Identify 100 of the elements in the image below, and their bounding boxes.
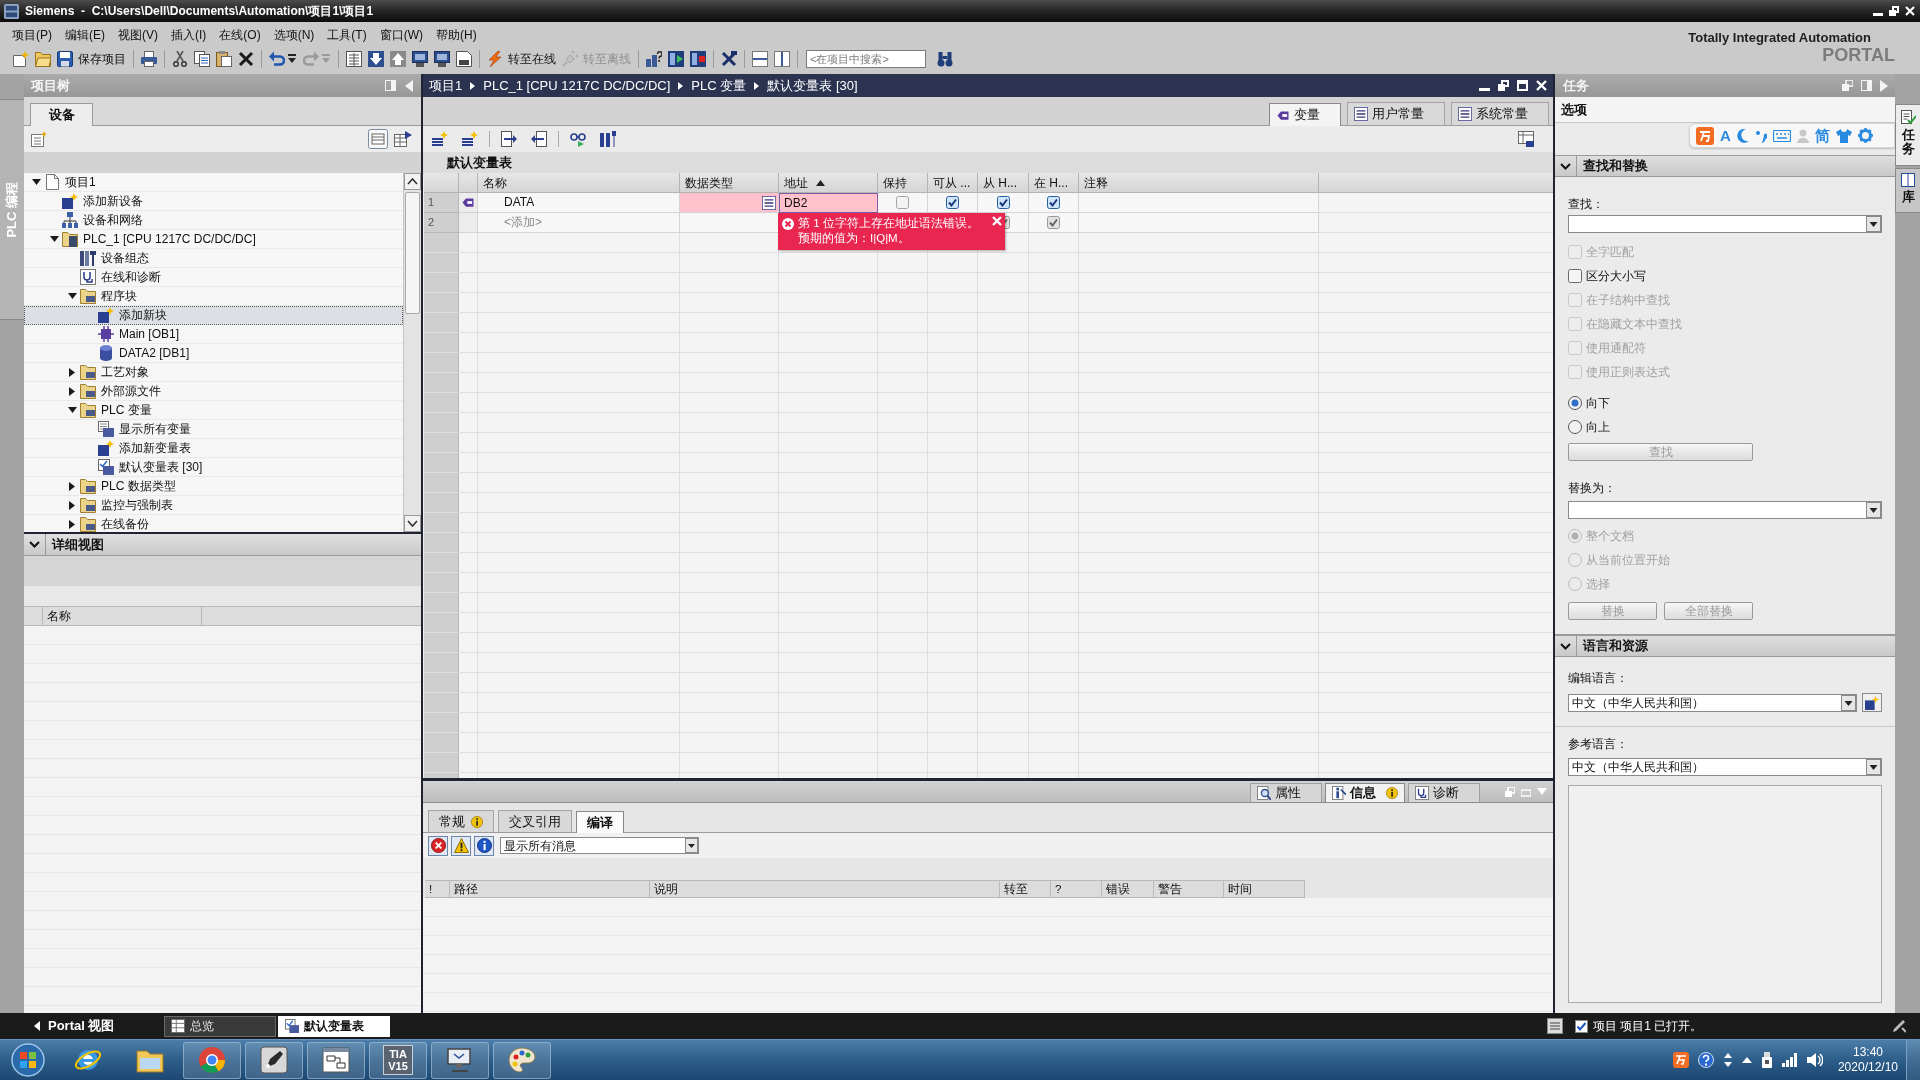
download-icon[interactable] — [368, 51, 384, 67]
dropdown-arrow-icon[interactable] — [288, 54, 296, 64]
tree-item[interactable]: 项目1 — [24, 173, 403, 192]
caret-down-icon[interactable] — [31, 179, 41, 185]
tree-item[interactable]: PLC 变量 — [24, 401, 403, 420]
checkbox[interactable] — [1047, 216, 1060, 229]
grid-page-icon[interactable] — [346, 51, 362, 67]
scroll-down-icon[interactable] — [404, 515, 421, 532]
help-icon[interactable] — [1697, 1052, 1714, 1068]
address-field[interactable]: DB2 — [779, 193, 878, 213]
checkbox[interactable] — [896, 196, 909, 209]
tree-item[interactable]: 外部源文件 — [24, 382, 403, 401]
pen-arrow-icon[interactable] — [1892, 1019, 1906, 1033]
breadcrumb-item[interactable]: 默认变量表 [30] — [767, 75, 858, 96]
tree-item[interactable]: 设备和网络 — [24, 211, 403, 230]
copy-icon[interactable] — [194, 51, 210, 67]
restore-icon[interactable] — [1889, 6, 1899, 16]
chevron-down-icon[interactable] — [29, 541, 40, 548]
columns-icon[interactable] — [600, 131, 616, 147]
monitor-icon[interactable] — [412, 51, 428, 67]
caret-right-icon[interactable] — [69, 386, 75, 396]
ime-logo-icon[interactable] — [1696, 126, 1714, 145]
folder-icon[interactable] — [35, 51, 51, 67]
tree-item[interactable]: 监控与强制表 — [24, 496, 403, 515]
chevron-down-icon[interactable] — [1560, 642, 1571, 650]
caret-right-icon[interactable] — [69, 519, 75, 529]
table-arrow-icon[interactable] — [394, 131, 412, 147]
breadcrumb-item[interactable]: PLC_1 [CPU 1217C DC/DC/DC] — [483, 75, 671, 96]
tree-item[interactable]: 添加新变量表 — [24, 439, 403, 458]
menu-item[interactable]: 工具(T) — [321, 26, 373, 44]
delete-icon[interactable] — [238, 51, 254, 67]
add-row-icon[interactable] — [432, 131, 448, 147]
export-icon[interactable] — [501, 131, 517, 147]
tab[interactable]: 变量 — [1269, 103, 1341, 126]
cross-tools-icon[interactable] — [721, 51, 737, 67]
column-header[interactable]: 时间 — [1224, 881, 1305, 897]
monitor-icon[interactable] — [434, 51, 450, 67]
stop-panel-icon[interactable] — [690, 51, 706, 67]
tree-item[interactable]: 添加新设备 — [24, 192, 403, 211]
undo-icon[interactable] — [269, 51, 285, 67]
tree-item[interactable]: 显示所有变量 — [24, 420, 403, 439]
taskbar-tab[interactable]: 总览 — [164, 1015, 277, 1037]
side-tab[interactable]: 任务 — [1895, 104, 1920, 166]
usb-device-icon[interactable] — [1760, 1052, 1773, 1068]
column-header[interactable]: ? — [1051, 881, 1102, 897]
portal-view-button[interactable]: Portal 视图 — [30, 1015, 119, 1037]
taskbar-app-button[interactable] — [431, 1041, 489, 1079]
tree-item[interactable]: DATA2 [DB1] — [24, 344, 403, 363]
caret-right-icon[interactable] — [69, 500, 75, 510]
filter-button[interactable] — [428, 835, 448, 856]
list-icon[interactable] — [762, 195, 776, 210]
tree-item[interactable]: PLC 数据类型 — [24, 477, 403, 496]
punctuation-icon[interactable] — [1754, 128, 1767, 143]
tree-item[interactable]: 在线和诊断 — [24, 268, 403, 287]
tab[interactable]: 用户常量 — [1347, 102, 1445, 125]
checkbox[interactable] — [996, 196, 1010, 209]
printer-icon[interactable] — [141, 51, 157, 67]
taskbar-app-button[interactable]: TIA V15 — [369, 1041, 427, 1079]
upload-icon[interactable] — [390, 51, 406, 67]
filter-button[interactable] — [474, 835, 494, 856]
keyboard-icon[interactable] — [1772, 129, 1791, 142]
moon-icon[interactable] — [1736, 128, 1749, 143]
tab[interactable]: 编译 — [576, 811, 624, 833]
menu-item[interactable]: 项目(P) — [6, 26, 58, 44]
checkbox[interactable] — [1047, 196, 1060, 209]
tree-item[interactable]: Main [OB1] — [24, 325, 403, 344]
glasses-icon[interactable] — [570, 131, 586, 147]
show-desktop-button[interactable] — [1906, 1039, 1920, 1080]
column-header[interactable]: 错误 — [1102, 881, 1154, 897]
device-grid-icon[interactable] — [31, 131, 47, 147]
taskbar-tab[interactable]: 默认变量表 — [278, 1015, 391, 1037]
tree-item[interactable]: PLC_1 [CPU 1217C DC/DC/DC] — [24, 230, 403, 249]
caret-down-icon[interactable] — [49, 236, 59, 242]
column-header[interactable]: 说明 — [650, 881, 1000, 897]
combo-box[interactable]: 中文（中华人民共和国） — [1568, 758, 1882, 776]
tab[interactable]: 信息 — [1325, 783, 1405, 802]
toolbar-button[interactable]: 转至在线 — [484, 48, 559, 70]
clipboard-icon[interactable] — [216, 51, 232, 67]
tab[interactable]: 交叉引用 — [498, 810, 572, 832]
tree-item[interactable]: 添加新块 — [24, 306, 403, 325]
close-icon[interactable] — [1536, 80, 1547, 91]
tree-item[interactable]: 工艺对象 — [24, 363, 403, 382]
radio-button[interactable] — [1568, 420, 1582, 434]
vertical-split-icon[interactable] — [774, 51, 790, 67]
add-row-icon[interactable] — [462, 131, 478, 147]
caret-right-icon[interactable] — [69, 367, 75, 377]
column-header[interactable]: 名称 — [43, 607, 202, 625]
tab[interactable]: 属性 — [1250, 783, 1322, 802]
input-arrows-icon[interactable] — [1722, 1053, 1733, 1067]
taskbar-app-button[interactable] — [307, 1041, 365, 1079]
tree-item[interactable]: 默认变量表 [30] — [24, 458, 403, 477]
taskbar-app-button[interactable] — [493, 1041, 551, 1079]
chevron-down-icon[interactable] — [1560, 162, 1571, 170]
column-header[interactable]: 转至 — [1000, 881, 1051, 897]
breadcrumb-item[interactable]: 项目1 — [429, 75, 463, 96]
maximize-icon[interactable] — [1517, 80, 1528, 91]
signal-bars-icon[interactable] — [1781, 1053, 1798, 1067]
menu-item[interactable]: 视图(V) — [112, 26, 164, 44]
menu-item[interactable]: 选项(N) — [267, 26, 321, 44]
shirt-icon[interactable] — [1835, 128, 1852, 143]
